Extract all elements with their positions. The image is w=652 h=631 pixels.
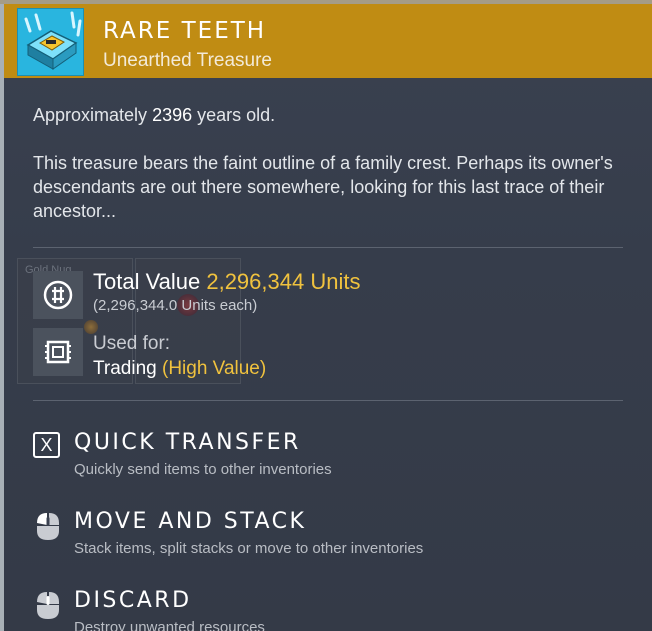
unit-value-each: (2,296,344.0 Units each) [93,297,258,314]
total-value-amount: 2,296,344 Units [206,269,361,294]
age-years: 2396 [152,105,193,125]
mouse-button-icon [33,590,63,625]
divider-bottom [33,400,623,401]
discard-desc: Destroy unwanted resources [74,619,265,631]
units-currency-icon [33,271,83,319]
background-item-icon [84,320,98,334]
trading-chip-icon [33,328,83,376]
item-header: RARE TEETH Unearthed Treasure [4,4,652,78]
item-description: This treasure bears the faint outline of… [33,153,613,221]
quick-transfer-desc: Quickly send items to other inventories [74,461,332,478]
usage-value: Trading [93,358,162,379]
total-value: Total Value 2,296,344 Units [93,269,360,295]
x-key-icon: X [33,432,60,458]
usage-highlight: (High Value) [162,358,267,379]
discard-title: DISCARD [74,588,192,613]
used-for-value: Trading (High Value) [93,358,266,380]
age-prefix: Approximately [33,105,153,125]
item-title: RARE TEETH [103,18,267,44]
item-age: Approximately 2396 years old. [33,103,275,127]
item-tooltip-panel: RARE TEETH Unearthed Treasure Approximat… [4,4,652,631]
divider-top [33,247,623,248]
rare-teeth-item-icon [17,8,84,76]
age-suffix: years old. [192,105,276,125]
item-category: Unearthed Treasure [103,50,272,71]
move-and-stack-desc: Stack items, split stacks or move to oth… [74,540,424,557]
move-and-stack-title: MOVE AND STACK [74,509,307,534]
total-value-label: Total Value [93,269,207,294]
quick-transfer-title: QUICK TRANSFER [74,430,301,455]
used-for-label: Used for: [93,333,171,354]
left-mouse-button-icon [33,511,63,546]
